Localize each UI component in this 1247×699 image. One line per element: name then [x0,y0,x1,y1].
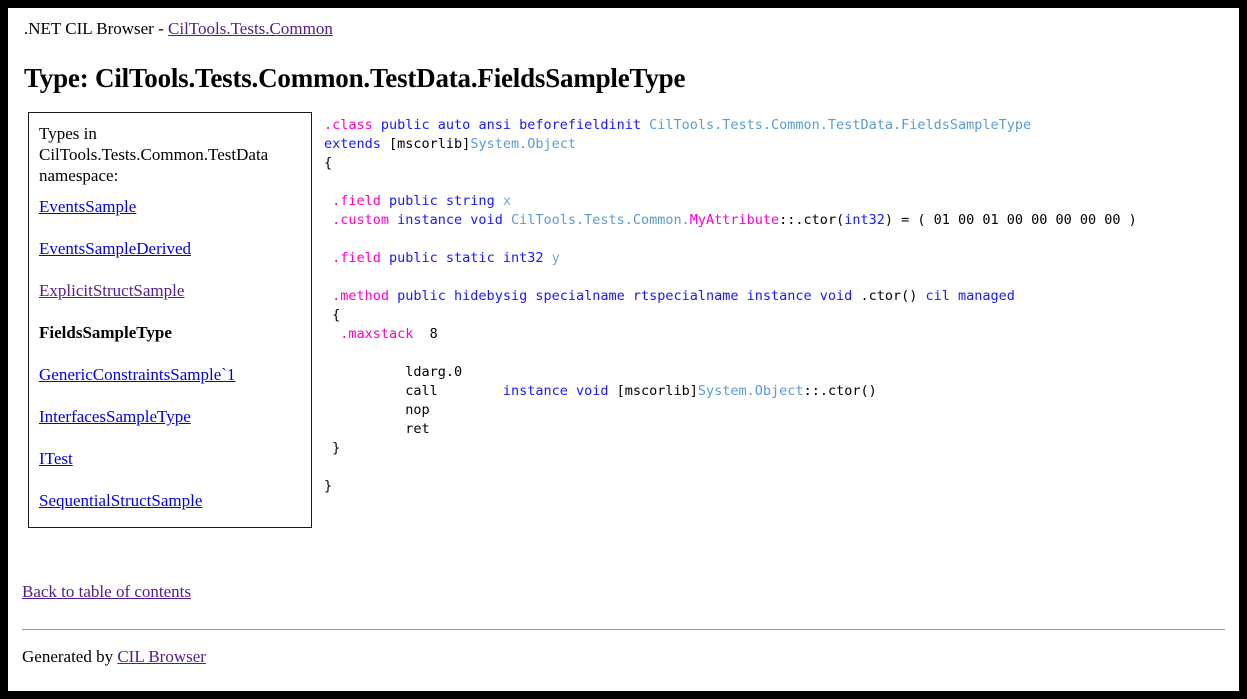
code-line: .method public hidebysig specialname rts… [324,287,1225,306]
code-line: } [324,439,1225,458]
content-area: Types in CilTools.Tests.Common.TestData … [22,112,1225,536]
list-item: EventsSampleDerived [39,238,303,259]
cil-text: ) = ( 01 00 01 00 00 00 00 00 ) [884,212,1137,228]
cil-text: nop [324,402,430,418]
cil-keyword: public static int32 [389,250,552,266]
cil-text: [mscorlib] [389,136,471,152]
code-line: { [324,154,1225,173]
cil-keyword: extends [324,136,390,152]
cil-directive: .field [324,250,390,266]
page-title: Type: CilTools.Tests.Common.TestData.Fie… [24,63,686,93]
list-item: ExplicitStructSample [39,280,303,301]
types-sidebar: Types in CilTools.Tests.Common.TestData … [28,112,312,528]
sidebar-item-link[interactable]: InterfacesSampleType [39,407,191,426]
cil-type-name: System.Object [697,383,804,399]
cil-keyword: public hidebysig specialname rtspecialna… [397,288,861,304]
cil-directive: .field [324,193,390,209]
cil-text: ret [324,421,430,437]
back-to-toc-link[interactable]: Back to table of contents [22,582,191,601]
list-item: GenericConstraintsSample`1 [39,364,303,385]
cil-code-listing: .class public auto ansi beforefieldinit … [324,112,1225,536]
cil-text: { [324,155,333,171]
code-line: ret [324,420,1225,439]
cil-keyword: cil managed [925,288,1015,304]
cil-type-name: CilTools.Tests.Common.TestData.FieldsSam… [649,117,1032,133]
page-root: .NET CIL Browser - CilTools.Tests.Common… [0,0,1247,699]
code-line: .class public auto ansi beforefieldinit … [324,116,1225,135]
code-line: .custom instance void CilTools.Tests.Com… [324,211,1225,230]
cil-text: } [324,440,341,456]
sidebar-item-link[interactable]: ExplicitStructSample [39,281,184,300]
code-line: .maxstack 8 [324,325,1225,344]
back-link-row: Back to table of contents [22,581,191,603]
cil-text: call [324,383,503,399]
cil-directive: .class [324,117,381,133]
code-line: nop [324,401,1225,420]
sidebar-item-link[interactable]: GenericConstraintsSample`1 [39,365,235,384]
breadcrumb: .NET CIL Browser - CilTools.Tests.Common [24,18,1225,40]
list-item: SequentialStructSample [39,490,303,511]
sidebar-item-link[interactable]: ITest [39,449,73,468]
cil-identifier: y [551,250,560,266]
footer-prefix: Generated by [22,647,118,666]
cil-text: .ctor() [860,288,926,304]
cil-keyword: instance void [397,212,511,228]
cil-text: { [324,307,341,323]
code-line: .field public string x [324,192,1225,211]
cil-keyword: instance void [502,383,617,399]
code-line: { [324,306,1225,325]
cil-text: ::.ctor( [779,212,845,228]
cil-keyword: public auto ansi beforefieldinit [380,117,650,133]
cil-attribute-link[interactable]: MyAttribute [690,212,779,228]
sidebar-type-list: EventsSample EventsSampleDerived ExplicitS… [39,196,303,511]
code-line: } [324,477,1225,496]
code-line: extends [mscorlib]System.Object [324,135,1225,154]
cil-text: } [324,478,333,494]
cil-directive: .custom [324,212,398,228]
list-item: EventsSample [39,196,303,217]
footer-divider [22,629,1225,630]
sidebar-item-current: FieldsSampleType [39,323,172,342]
cil-browser-link[interactable]: CIL Browser [117,647,206,666]
cil-text: ldarg.0 [324,364,463,380]
sidebar-heading: Types in CilTools.Tests.Common.TestData … [39,124,269,185]
sidebar-item-link[interactable]: EventsSample [39,197,136,216]
cil-keyword: public string [389,193,503,209]
list-item: ITest [39,448,303,469]
sidebar-item-link[interactable]: SequentialStructSample [39,491,202,510]
cil-keyword: int32 [844,212,885,228]
cil-identifier: x [502,193,511,209]
footer: Generated by CIL Browser [22,646,206,668]
cil-directive: .maxstack [324,326,414,342]
code-line: .field public static int32 y [324,249,1225,268]
cil-text: ::.ctor() [803,383,877,399]
breadcrumb-prefix: .NET CIL Browser - [24,19,169,38]
sidebar-item-link[interactable]: EventsSampleDerived [39,239,191,258]
cil-type-name: CilTools.Tests.Common. [510,212,690,228]
cil-text: [mscorlib] [616,383,698,399]
cil-text: 8 [413,326,438,342]
breadcrumb-assembly-link[interactable]: CilTools.Tests.Common [168,19,333,38]
list-item: InterfacesSampleType [39,406,303,427]
code-line: ldarg.0 [324,363,1225,382]
cil-type-name: System.Object [470,136,576,152]
code-line: call instance void [mscorlib]System.Obje… [324,382,1225,401]
cil-directive: .method [324,288,398,304]
